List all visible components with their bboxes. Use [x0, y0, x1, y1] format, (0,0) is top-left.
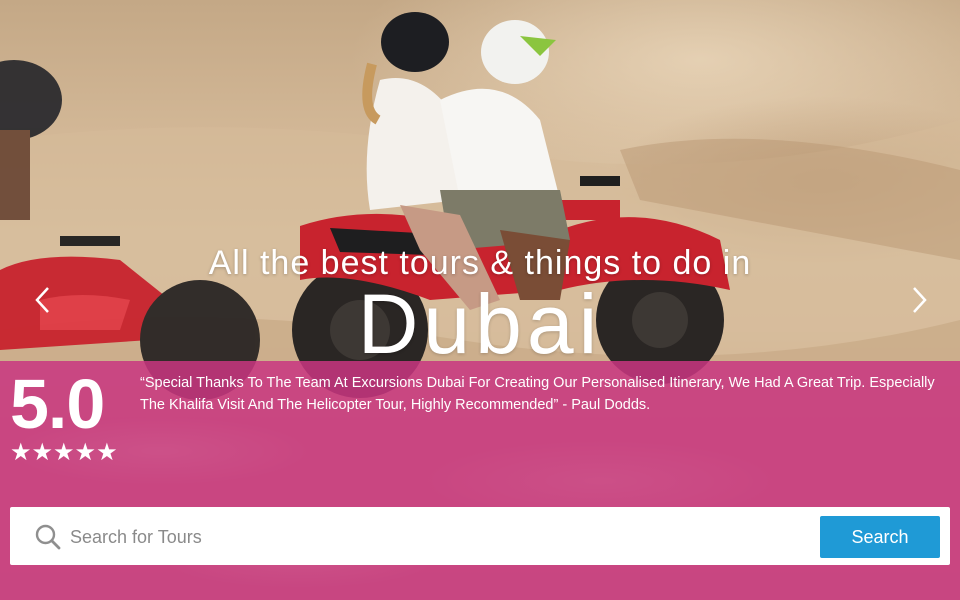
review-quote: “Special Thanks To The Team At Excursion…	[140, 375, 935, 413]
search-button[interactable]: Search	[820, 516, 940, 558]
rating-stars: ★★★★★	[10, 439, 118, 466]
search-bar: Search	[10, 507, 950, 565]
search-icon	[35, 524, 61, 550]
search-input[interactable]	[68, 515, 812, 559]
hero-city-title: Dubai	[357, 277, 603, 371]
carousel-next-button[interactable]	[904, 282, 934, 318]
chevron-right-icon	[913, 287, 927, 313]
carousel-prev-button[interactable]	[28, 282, 58, 318]
rating-score: 5.0	[10, 365, 105, 443]
chevron-left-icon	[35, 287, 49, 313]
